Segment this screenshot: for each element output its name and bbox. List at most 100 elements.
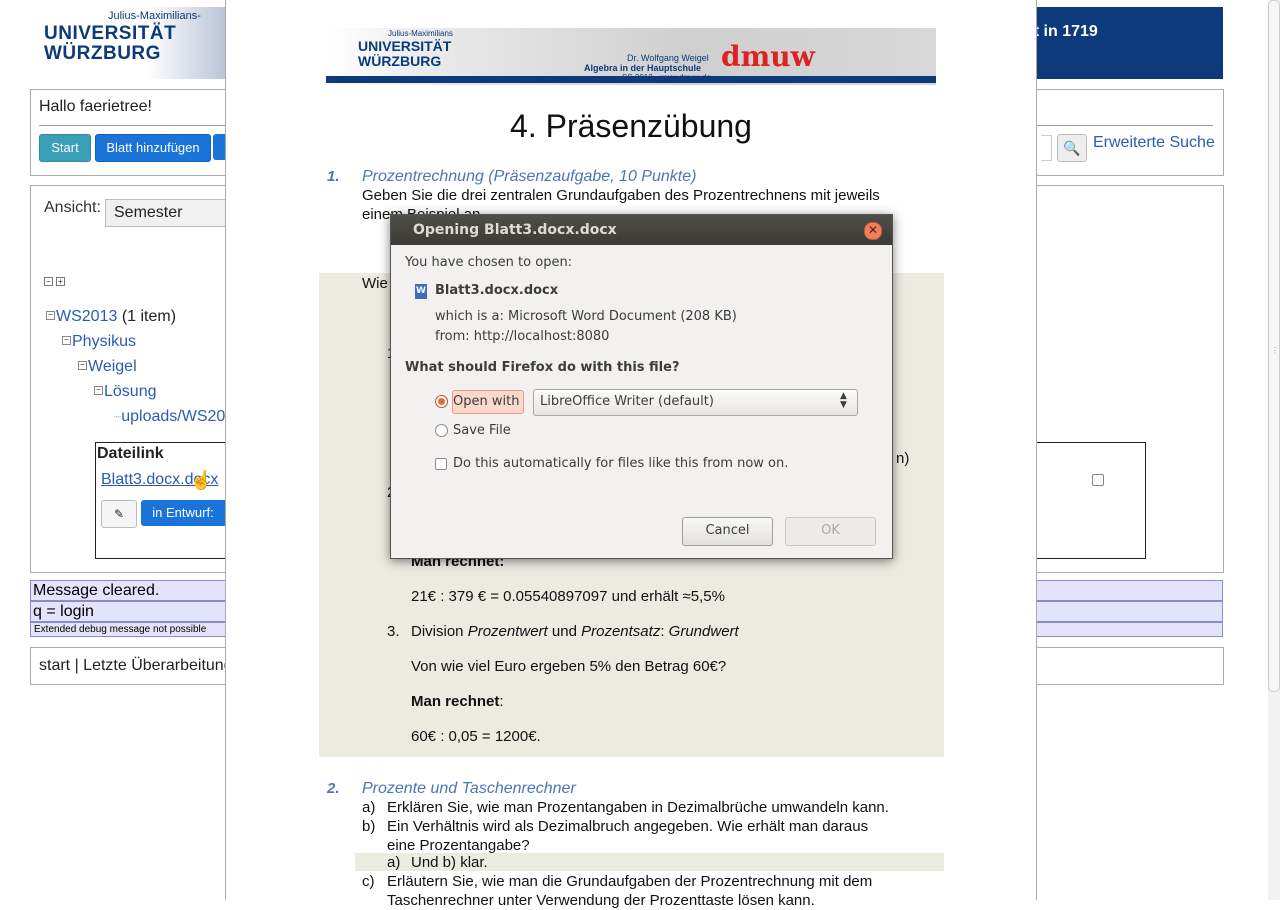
logo-subtitle: Julius-Maximilians- [108, 10, 201, 22]
file-name: Blatt3.docx.docx [435, 283, 559, 298]
collapse-icon[interactable]: − [62, 336, 71, 345]
list-number: 3. [387, 623, 400, 640]
ok-button[interactable]: OK [785, 517, 876, 546]
tree-item-ws2013: − WS2013 (1 item) [46, 308, 176, 326]
advanced-search-link[interactable]: Erweiterte Suche [1093, 134, 1215, 152]
task-text: Taschenrechner unter Verwendung der Proz… [387, 892, 815, 909]
text-span: Prozentwert [467, 623, 548, 640]
dialog-title: Opening Blatt3.docx.docx [413, 222, 617, 238]
checkbox-icon[interactable] [435, 457, 447, 470]
banner-university: UNIVERSITÄT WÜRZBURG [358, 39, 451, 69]
radio-selected-icon[interactable] [435, 395, 448, 408]
search-icon[interactable]: 🔍 [1057, 134, 1087, 162]
list-label: b) [362, 818, 376, 835]
start-button[interactable]: Start [39, 134, 91, 162]
file-link-heading: Dateilink [97, 445, 164, 462]
greeting: Hallo faerietree! [39, 98, 152, 115]
tree-item-uploads: ┈uploads/WS20 [114, 408, 225, 426]
text-span: : [499, 693, 504, 710]
list-label: a) [387, 854, 401, 871]
banner-line1: UNIVERSITÄT [358, 38, 452, 54]
updown-arrow-icon: ▲ ▼ [840, 391, 847, 410]
tree-link-ws2013[interactable]: WS2013 [56, 308, 117, 325]
auto-checkbox[interactable] [435, 456, 447, 471]
cancel-button[interactable]: Cancel [682, 517, 773, 546]
search-input[interactable] [1041, 135, 1052, 161]
footer-text: start | Letzte Überarbeitung [39, 657, 233, 674]
text-span: Prozentsatz [581, 623, 661, 640]
solution-text: n) [896, 450, 910, 467]
auto-label[interactable]: Do this automatically for files like thi… [453, 456, 788, 471]
document-banner: Julius-Maximilians UNIVERSITÄT WÜRZBURG … [326, 28, 936, 85]
task-text: Erläutern Sie, wie man die Grundaufgaben… [387, 873, 873, 890]
close-icon[interactable]: ✕ [864, 222, 882, 240]
task-number: 2. [327, 780, 340, 797]
chosen-label: You have chosen to open: [405, 255, 573, 270]
tree-link-weigel[interactable]: Weigel [88, 358, 137, 375]
text-span: Man rechnet [411, 693, 500, 710]
list-label: a) [362, 799, 376, 816]
dmuw-logo: dmuw [721, 40, 815, 73]
open-with-label[interactable]: Open with [453, 394, 519, 409]
save-file-radio[interactable] [435, 423, 448, 438]
list-label: c) [362, 873, 375, 890]
hand-cursor-icon: ☝ [190, 470, 213, 490]
logo-title: UNIVERSITÄT WÜRZBURG [44, 24, 176, 64]
collapse-icon[interactable]: − [94, 386, 103, 395]
text-span: Grundwert [668, 623, 739, 640]
solution-text: Division Prozentwert und Prozentsatz: Gr… [411, 622, 739, 641]
banner-person: Dr. Wolfgang Weigel [627, 53, 709, 63]
tree-link-loesung[interactable]: Lösung [104, 383, 157, 400]
document-title: 4. Präsenzübung [510, 108, 752, 144]
task-title: Prozentrechnung (Präsenzaufgabe, 10 Punk… [362, 168, 697, 185]
task-text: Ein Verhältnis wird als Dezimalbruch ang… [387, 818, 869, 835]
solution-text: Wie [362, 275, 388, 292]
text-span: Division [411, 623, 468, 640]
banner-university-small: Julius-Maximilians [388, 29, 453, 38]
draft-button[interactable]: in Entwurf: [141, 500, 225, 526]
radio-icon[interactable] [435, 424, 448, 437]
solution-question: Von wie viel Euro ergeben 5% den Betrag … [411, 658, 727, 675]
task-text: Geben Sie die drei zentralen Grundaufgab… [362, 187, 880, 204]
open-file-dialog: Opening Blatt3.docx.docx ✕ You have chos… [390, 214, 893, 559]
logo-line2: WÜRZBURG [44, 43, 161, 64]
action-question: What should Firefox do with this file? [405, 360, 680, 375]
dialog-titlebar[interactable]: Opening Blatt3.docx.docx [391, 215, 892, 245]
tree-link-uploads[interactable]: uploads/WS20 [121, 408, 225, 425]
file-checkbox[interactable] [1092, 474, 1104, 486]
answer-text: Und b) klar. [411, 854, 488, 871]
task-number: 1. [327, 168, 340, 185]
expand-all-icon[interactable]: + [56, 277, 65, 286]
university-logo[interactable]: Julius-Maximilians- UNIVERSITÄT WÜRZBURG [30, 7, 226, 79]
solution-calc: 60€ : 0,05 = 1200€. [411, 728, 541, 745]
add-sheet-button[interactable]: Blatt hinzufügen [95, 134, 211, 162]
logo-line1: UNIVERSITÄT [44, 23, 177, 44]
file-type: which is a: Microsoft Word Document (208… [435, 309, 737, 324]
view-label: Ansicht: [44, 199, 101, 216]
task-text: Erklären Sie, wie man Prozentangaben in … [387, 799, 889, 816]
tree-item-weigel: − Weigel [78, 358, 137, 376]
save-file-label[interactable]: Save File [453, 423, 511, 438]
banner-course: Algebra in der Hauptschule [584, 63, 702, 73]
tree-controls: − + [44, 276, 68, 287]
tree-item-physikus: − Physikus [62, 333, 136, 351]
collapse-icon[interactable]: − [78, 361, 87, 370]
banner-line2: WÜRZBURG [358, 53, 442, 69]
application-select[interactable]: LibreOffice Writer (default) ▲ ▼ [533, 389, 858, 416]
word-document-icon: W [415, 282, 427, 299]
file-source: from: http://localhost:8080 [435, 329, 610, 344]
tree-count: (1 item) [121, 308, 177, 325]
text-span: und [547, 623, 582, 640]
scrollbar-grip-icon: ⋮ [1271, 346, 1279, 355]
edit-icon[interactable]: ✎ [101, 500, 137, 528]
banner-strip [326, 76, 936, 83]
tree-item-loesung: − Lösung [94, 383, 157, 401]
open-with-radio[interactable] [435, 394, 448, 409]
task-title: Prozente und Taschenrechner [362, 780, 576, 797]
collapse-all-icon[interactable]: − [44, 277, 53, 286]
solution-calc: 21€ : 379 € = 0.05540897097 und erhält ≈… [411, 588, 725, 605]
collapse-icon[interactable]: − [46, 311, 55, 320]
tree-link-physikus[interactable]: Physikus [72, 333, 136, 350]
text-span: : [660, 623, 669, 640]
view-select[interactable]: Semester [105, 199, 245, 227]
